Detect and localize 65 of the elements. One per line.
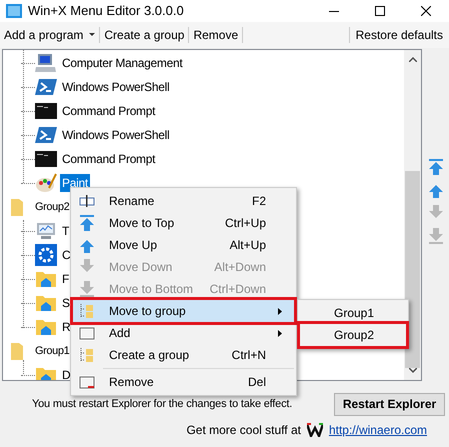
tree-item[interactable]: S [60,294,72,312]
menu-item[interactable]: Group1 [300,302,406,324]
group-label[interactable]: Group1 [35,342,70,360]
palette-icon [35,172,57,194]
folder-icon [11,342,23,360]
restart-button[interactable]: Restart Explorer [334,392,445,416]
scroll-thumb[interactable] [405,170,420,368]
arrow-down-icon [428,228,444,244]
tree-item[interactable]: R [60,318,72,336]
restart-message: You must restart Explorer for the changes to take effect. [32,396,292,412]
footer-text: Get more cool stuff at [186,422,301,439]
monitor-icon [35,220,57,242]
group-icon [79,347,95,363]
scrollbar[interactable] [404,50,421,380]
folder-icon [11,198,23,216]
arrow-up-icon [79,215,95,231]
close-icon [421,6,431,16]
tree-item[interactable]: T [60,222,72,240]
window-remove-icon [79,374,95,390]
tree-item[interactable]: Windows PowerShell [60,78,172,96]
app-icon [6,4,22,18]
rename-icon [79,193,95,209]
group-label[interactable]: Group2 [35,198,70,216]
tree-item[interactable]: C [60,246,72,264]
arrow-up-icon [428,182,444,198]
scroll-down-icon[interactable] [408,368,416,373]
tree-item[interactable]: D [60,366,72,380]
toolbar-button[interactable]: Add a program [0,24,100,46]
menu-item[interactable]: Remove Del [73,371,294,393]
window-icon [79,325,95,341]
menu-item[interactable]: Create a group Ctrl+N [73,344,294,366]
menu-item[interactable]: Move to Top Ctrl+Up [73,212,294,234]
powershell-icon [35,76,57,98]
terminal-icon [35,148,57,170]
group-icon [79,303,95,319]
powershell-icon [35,124,57,146]
menu-item[interactable]: Move to group [73,300,294,322]
maximize-icon [375,6,385,16]
tree-item[interactable]: F [60,270,72,288]
website-link[interactable]: http://winaero.com [328,421,427,439]
tree-item[interactable]: Windows PowerShell [60,126,172,144]
computer-icon [35,52,57,74]
move-up-button[interactable] [428,159,444,175]
window-title: Win+X Menu Editor 3.0.0.0 [28,2,184,20]
arrow-down-icon [79,259,95,275]
tree-item[interactable]: Command Prompt [60,150,158,168]
gear-icon [35,244,57,266]
tree-item[interactable]: Computer Management [60,54,184,72]
move-up-button[interactable] [428,182,444,198]
scroll-up-icon[interactable] [408,57,416,62]
menu-item[interactable]: Group2 [300,324,406,346]
arrow-up-icon [428,159,444,175]
toolbar-button[interactable]: Remove [189,24,242,46]
menu-item[interactable]: Rename F2 [73,190,294,212]
logo-icon [306,423,323,437]
arrow-down-icon [428,205,444,221]
minimize-icon [329,10,339,12]
arrow-up-icon [79,237,95,253]
tree-item[interactable]: Command Prompt [60,102,158,120]
toolbar-button[interactable]: Create a group [100,24,188,46]
terminal-icon [35,100,57,122]
menu-item[interactable]: Move Up Alt+Up [73,234,294,256]
toolbar-button[interactable]: Restore defaults [350,24,449,46]
arrow-down-icon [79,281,95,297]
menu-item[interactable]: Add [73,322,294,344]
